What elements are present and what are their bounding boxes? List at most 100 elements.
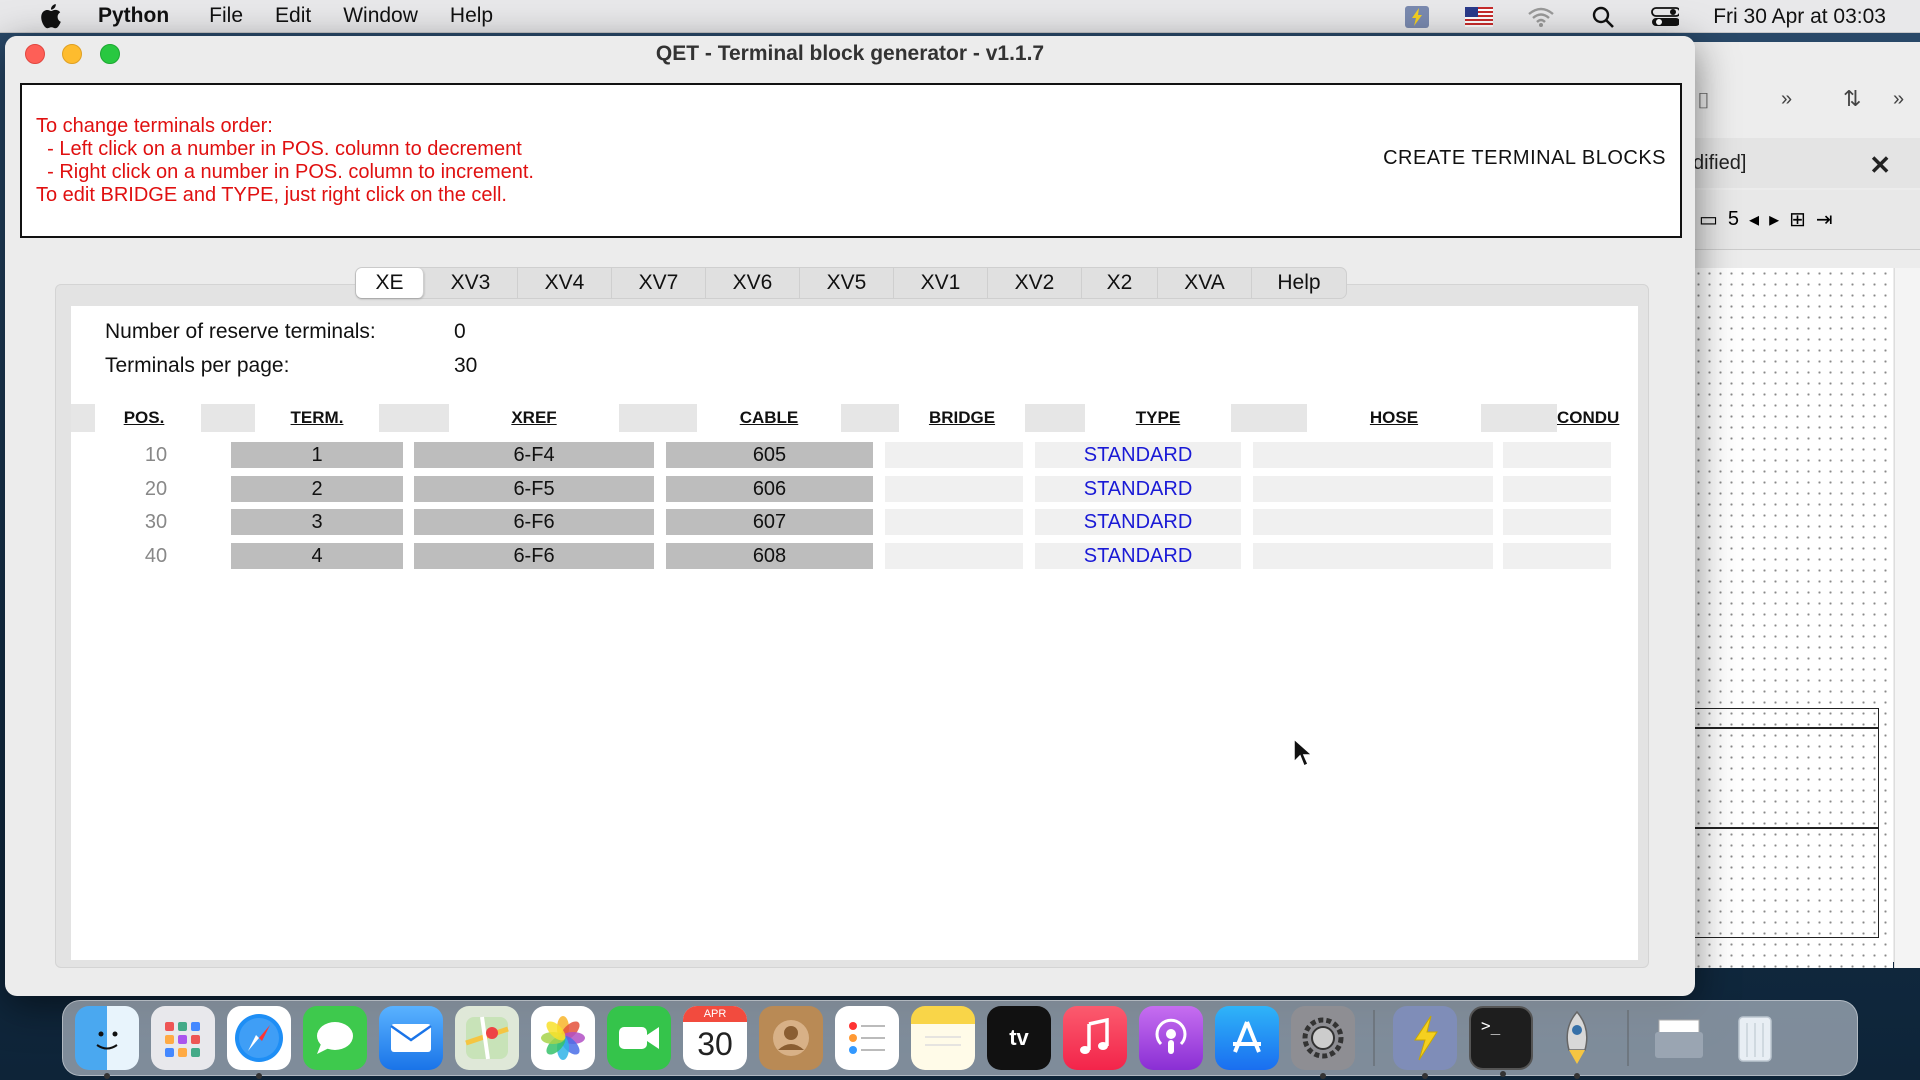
- podcasts-icon[interactable]: [1139, 1006, 1203, 1070]
- mail-icon[interactable]: [379, 1006, 443, 1070]
- cell-pos[interactable]: 10: [121, 442, 191, 468]
- cell-pos[interactable]: 20: [121, 476, 191, 502]
- window-close-button[interactable]: [25, 44, 45, 64]
- cell-type[interactable]: STANDARD: [1035, 543, 1241, 569]
- terminal-icon[interactable]: >_: [1469, 1006, 1533, 1077]
- control-center-icon[interactable]: [1651, 6, 1680, 28]
- wifi-icon[interactable]: [1527, 6, 1555, 28]
- tab-xe[interactable]: XE: [356, 268, 424, 298]
- python-launcher-icon[interactable]: [1545, 1006, 1609, 1079]
- cell-condu[interactable]: [1503, 543, 1611, 569]
- next-page-icon[interactable]: ▸: [1769, 207, 1779, 232]
- header-term[interactable]: TERM.: [255, 404, 379, 432]
- cell-bridge[interactable]: [885, 476, 1023, 502]
- cell-pos[interactable]: 30: [121, 509, 191, 535]
- us-flag-input-icon[interactable]: [1465, 6, 1494, 28]
- cell-hose[interactable]: [1253, 476, 1493, 502]
- tab-xva[interactable]: XVA: [1158, 268, 1252, 298]
- notes-icon[interactable]: [911, 1006, 975, 1070]
- calendar-icon[interactable]: APR 30: [683, 1006, 747, 1070]
- cell-hose[interactable]: [1253, 543, 1493, 569]
- header-cable[interactable]: CABLE: [697, 404, 841, 432]
- prev-page-icon[interactable]: ◂: [1749, 207, 1759, 232]
- cell-condu[interactable]: [1503, 476, 1611, 502]
- cell-cable[interactable]: 607: [666, 509, 873, 535]
- cell-condu[interactable]: [1503, 442, 1611, 468]
- reserve-terminals-value[interactable]: 0: [454, 320, 466, 344]
- toolbar-tool-icon[interactable]: ⌷: [1697, 88, 1710, 114]
- toolbar-overflow-icon-2[interactable]: »: [1893, 88, 1904, 111]
- close-tab-icon[interactable]: ✕: [1869, 150, 1891, 181]
- tab-xv6[interactable]: XV6: [706, 268, 800, 298]
- messages-icon[interactable]: [303, 1006, 367, 1070]
- photos-icon[interactable]: [531, 1006, 595, 1070]
- cell-condu[interactable]: [1503, 509, 1611, 535]
- trash-icon[interactable]: [1723, 1006, 1787, 1070]
- cell-type[interactable]: STANDARD: [1035, 476, 1241, 502]
- menu-edit[interactable]: Edit: [275, 4, 311, 28]
- music-icon[interactable]: [1063, 1006, 1127, 1070]
- background-doc-tab[interactable]: dified] ✕: [1693, 138, 1920, 188]
- apple-tv-icon[interactable]: tv: [987, 1006, 1051, 1070]
- schematic-canvas[interactable]: [1693, 268, 1893, 968]
- documents-folder-icon[interactable]: [1647, 1006, 1711, 1070]
- cell-term[interactable]: 3: [231, 509, 403, 535]
- menu-window[interactable]: Window: [343, 4, 418, 28]
- toolbar-overflow-icon[interactable]: »: [1781, 88, 1792, 111]
- cell-bridge[interactable]: [885, 543, 1023, 569]
- window-titlebar[interactable]: QET - Terminal block generator - v1.1.7: [5, 36, 1695, 72]
- header-hose[interactable]: HOSE: [1307, 404, 1481, 432]
- cell-term[interactable]: 2: [231, 476, 403, 502]
- launchpad-icon[interactable]: [151, 1006, 215, 1070]
- tab-xv7[interactable]: XV7: [612, 268, 706, 298]
- cell-cable[interactable]: 605: [666, 442, 873, 468]
- qelectrotech-tray-icon[interactable]: [1403, 5, 1431, 28]
- header-bridge[interactable]: BRIDGE: [899, 404, 1025, 432]
- window-zoom-button[interactable]: [100, 44, 120, 64]
- cell-type[interactable]: STANDARD: [1035, 442, 1241, 468]
- header-xref[interactable]: XREF: [449, 404, 619, 432]
- window-minimize-button[interactable]: [62, 44, 82, 64]
- system-preferences-icon[interactable]: [1291, 1006, 1355, 1079]
- safari-icon[interactable]: [227, 1006, 291, 1079]
- toolbar-sort-icon[interactable]: ⇅: [1843, 86, 1861, 112]
- tab-xv2[interactable]: XV2: [988, 268, 1082, 298]
- tab-x2[interactable]: X2: [1082, 268, 1158, 298]
- tab-help[interactable]: Help: [1252, 268, 1346, 298]
- cell-hose[interactable]: [1253, 509, 1493, 535]
- cell-xref[interactable]: 6-F6: [414, 543, 654, 569]
- cell-xref[interactable]: 6-F6: [414, 509, 654, 535]
- cell-cable[interactable]: 606: [666, 476, 873, 502]
- terminals-per-page-value[interactable]: 30: [454, 354, 477, 378]
- tab-xv3[interactable]: XV3: [424, 268, 518, 298]
- tab-xv1[interactable]: XV1: [894, 268, 988, 298]
- apple-menu-icon[interactable]: [38, 2, 68, 30]
- menubar-clock[interactable]: Fri 30 Apr at 03:03: [1713, 5, 1886, 29]
- header-condu[interactable]: CONDU: [1557, 404, 1621, 432]
- cell-pos[interactable]: 40: [121, 543, 191, 569]
- menu-help[interactable]: Help: [450, 4, 493, 28]
- add-page-icon[interactable]: ⊞: [1789, 207, 1806, 232]
- create-terminal-blocks-button[interactable]: CREATE TERMINAL BLOCKS: [1377, 143, 1672, 173]
- tab-xv4[interactable]: XV4: [518, 268, 612, 298]
- cell-xref[interactable]: 6-F4: [414, 442, 654, 468]
- contacts-icon[interactable]: [759, 1006, 823, 1070]
- cell-cable[interactable]: 608: [666, 543, 873, 569]
- cell-type[interactable]: STANDARD: [1035, 509, 1241, 535]
- header-pos[interactable]: POS.: [95, 404, 193, 432]
- cell-term[interactable]: 4: [231, 543, 403, 569]
- spotlight-search-icon[interactable]: [1589, 6, 1617, 28]
- tab-xv5[interactable]: XV5: [800, 268, 894, 298]
- menu-app-python[interactable]: Python: [98, 4, 169, 28]
- cell-bridge[interactable]: [885, 442, 1023, 468]
- maps-icon[interactable]: [455, 1006, 519, 1070]
- cell-hose[interactable]: [1253, 442, 1493, 468]
- menu-file[interactable]: File: [209, 4, 243, 28]
- finder-icon[interactable]: [75, 1006, 139, 1079]
- last-page-icon[interactable]: ⇥: [1816, 207, 1833, 232]
- canvas-scrollbar[interactable]: [1894, 268, 1920, 968]
- qelectrotech-icon[interactable]: [1393, 1006, 1457, 1079]
- reminders-icon[interactable]: [835, 1006, 899, 1070]
- cell-term[interactable]: 1: [231, 442, 403, 468]
- cell-xref[interactable]: 6-F5: [414, 476, 654, 502]
